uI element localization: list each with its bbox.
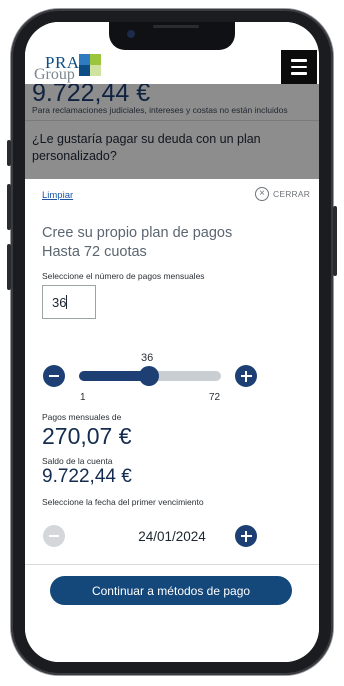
continue-to-payment-methods-button[interactable]: Continuar a métodos de pago [50,576,292,605]
slider-value-label: 36 [141,352,154,364]
logo-text-line2: Group [34,66,75,83]
monthly-payment-value: 270,07 € [42,423,132,449]
phone-side-button [333,206,337,276]
payments-slider[interactable] [79,366,221,386]
camera-icon [127,30,135,38]
close-button[interactable]: × CERRAR [255,187,310,201]
logo-square-icon [79,54,90,65]
close-label: CERRAR [273,189,311,199]
logo-square-icon [90,54,101,65]
divider [25,564,319,565]
logo-square-icon [90,65,101,76]
menu-button[interactable] [281,50,317,84]
hamburger-icon [291,65,307,69]
phone-side-button [7,244,11,290]
pra-group-logo[interactable]: PRA Group [33,52,103,86]
monthly-payment-label: Pagos mensuales de [42,412,122,422]
modal-subtitle: Hasta 72 cuotas [42,244,147,260]
slider-max-label: 72 [209,392,221,403]
modal-title: Cree su propio plan de pagos [42,225,233,241]
speaker-icon [153,25,199,28]
phone-screen: PRA Group 9.722,44 € Para reclamaciones … [25,22,319,662]
minus-icon [49,374,59,378]
debt-note: Para reclamaciones judiciales, intereses… [32,105,288,115]
phone-notch [109,22,235,50]
dimmed-background: 9.722,44 € Para reclamaciones judiciales… [25,84,319,179]
balance-value: 9.722,44 € [42,466,132,487]
decrease-button[interactable] [43,365,65,387]
next-date-button[interactable] [235,525,257,547]
payments-count-input[interactable] [42,285,96,319]
slider-thumb[interactable] [139,366,159,386]
balance-label: Saldo de la cuenta [42,456,113,466]
logo-square-icon [79,65,90,76]
text-caret [66,295,67,309]
custom-plan-question: ¿Le gustaría pagar su deuda con un plan … [32,132,261,163]
plus-icon [240,370,252,382]
slider-min-label: 1 [80,392,86,403]
divider [25,120,319,121]
close-circle-icon: × [255,187,269,201]
first-due-date-value: 24/01/2024 [138,529,206,544]
payments-count-label: Seleccione el número de pagos mensuales [42,271,205,281]
phone-side-button [7,184,11,230]
phone-side-button [7,140,11,166]
clear-link[interactable]: Limpiar [42,190,73,201]
hamburger-icon [291,72,307,75]
hamburger-icon [291,59,307,62]
increase-button[interactable] [235,365,257,387]
payment-plan-modal: Limpiar × CERRAR Cree su propio plan de … [25,179,319,662]
first-due-date-label: Seleccione la fecha del primer vencimien… [42,497,204,507]
plus-icon [240,530,252,542]
